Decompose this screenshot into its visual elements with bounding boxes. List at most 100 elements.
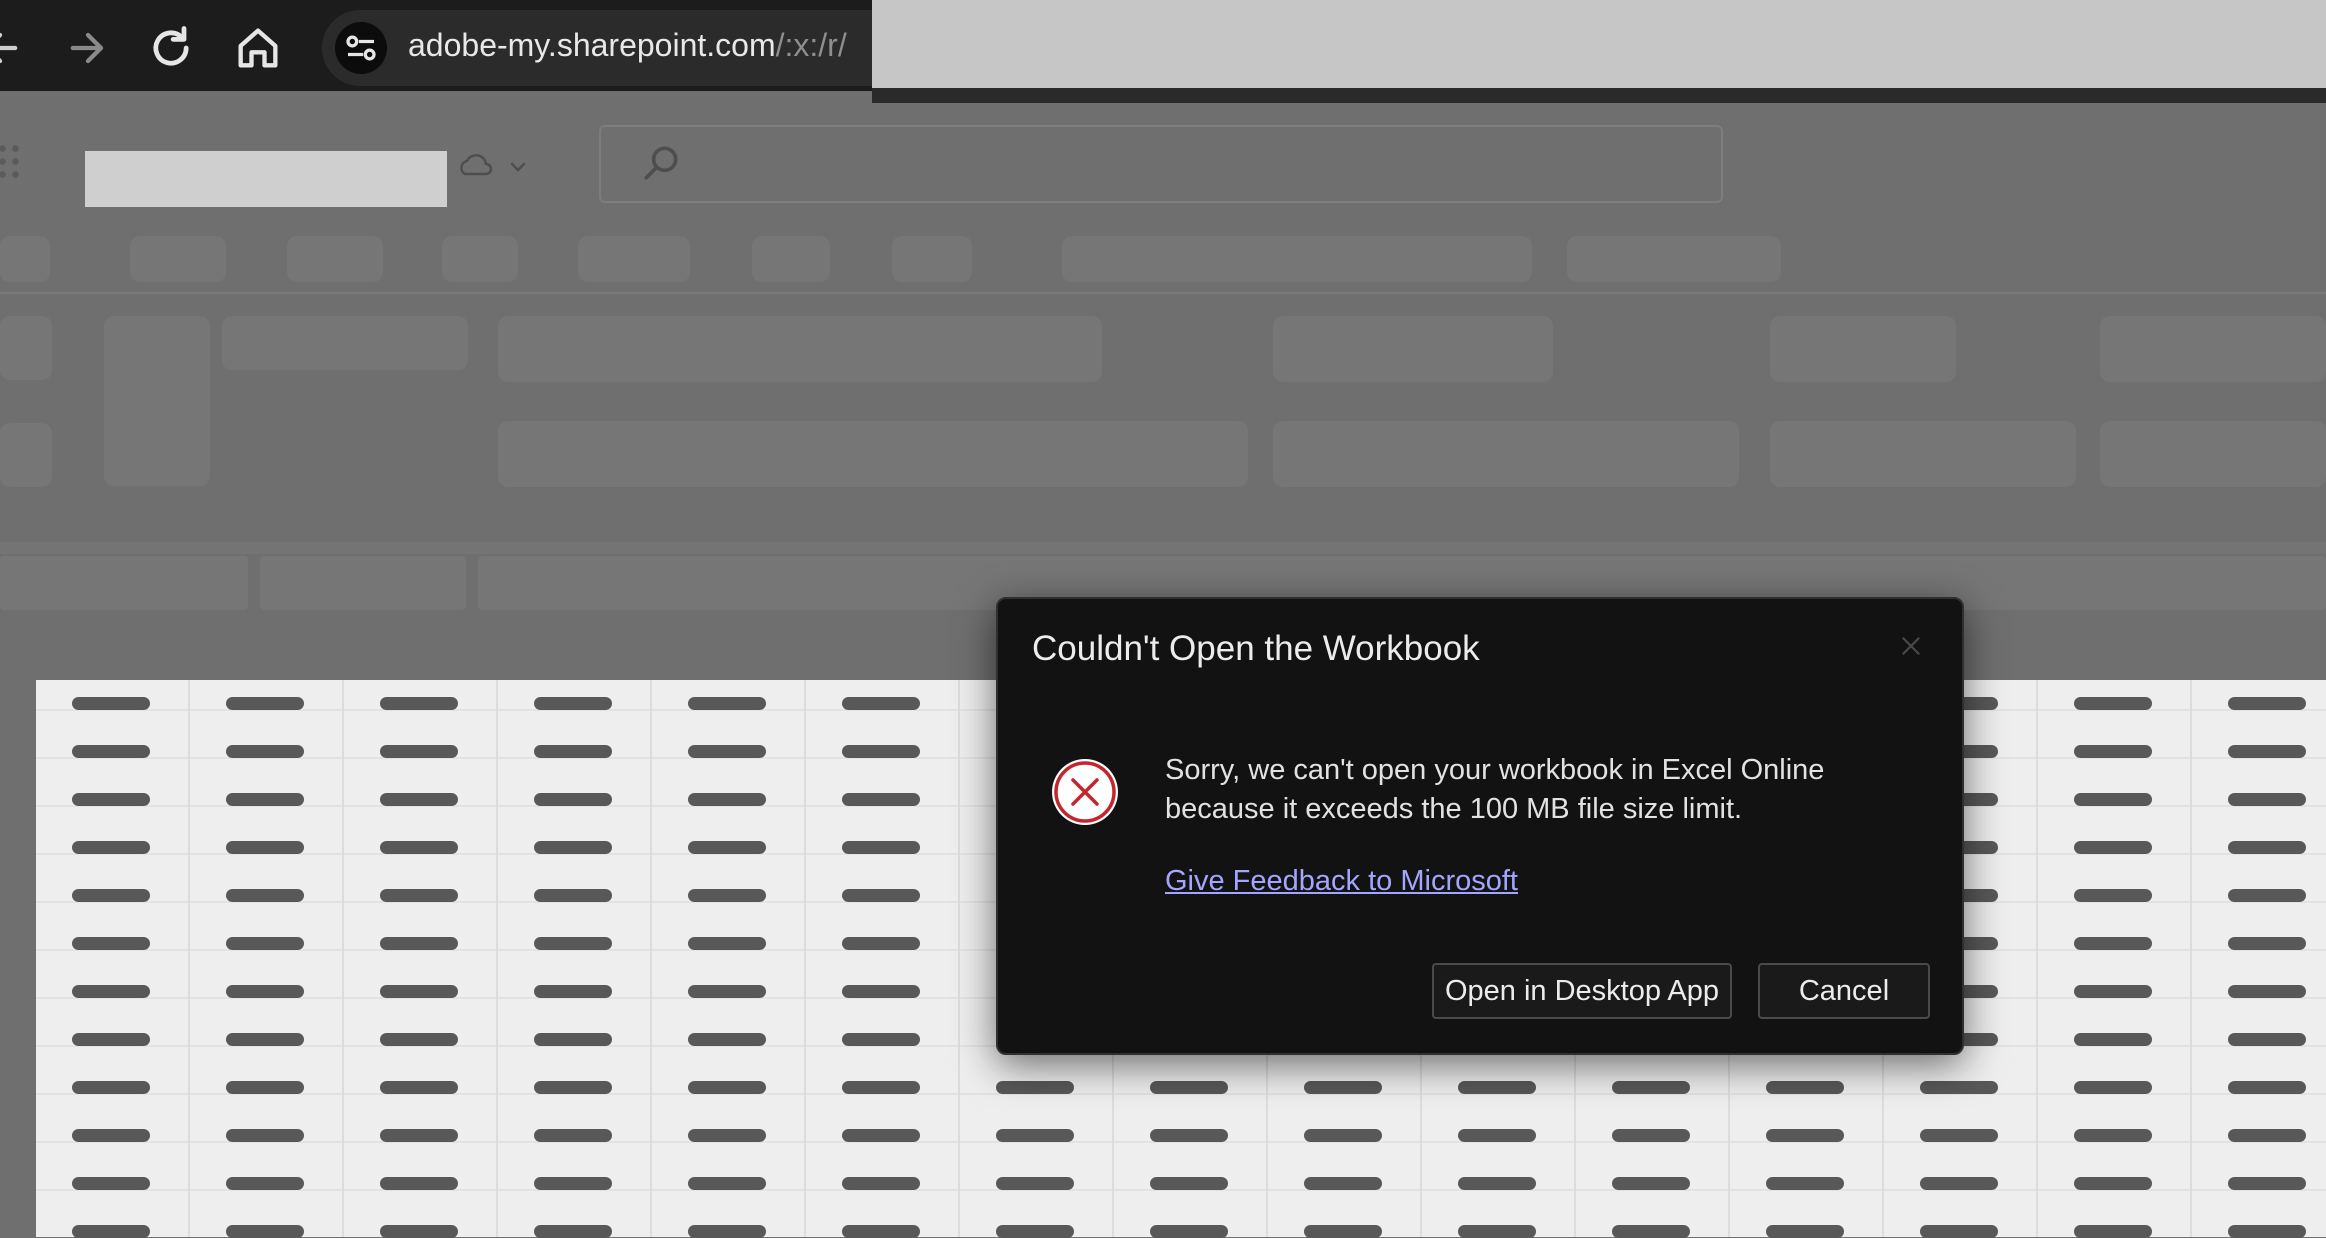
cell-value-placeholder: [688, 697, 766, 710]
cell-value-placeholder: [2074, 745, 2152, 758]
cell-value-placeholder: [688, 985, 766, 998]
cell-value-placeholder: [534, 697, 612, 710]
cell-value-placeholder: [226, 841, 304, 854]
forward-icon[interactable]: [62, 22, 114, 74]
cell-value-placeholder: [380, 745, 458, 758]
cell-value-placeholder: [1304, 1177, 1382, 1190]
ribbon-command[interactable]: [1770, 421, 2076, 487]
close-icon[interactable]: [1898, 633, 1924, 659]
cell-value-placeholder: [380, 889, 458, 902]
cell-value-placeholder: [2228, 985, 2306, 998]
reload-icon[interactable]: [145, 22, 197, 74]
cell-value-placeholder: [996, 1177, 1074, 1190]
cell-value-placeholder: [226, 793, 304, 806]
error-message: Sorry, we can't open your workbook in Ex…: [1165, 754, 1825, 825]
cell-value-placeholder: [842, 697, 920, 710]
cell-value-placeholder: [2074, 1033, 2152, 1046]
ribbon-command[interactable]: [1770, 316, 1956, 382]
cell-value-placeholder: [688, 793, 766, 806]
cell-value-placeholder: [534, 1081, 612, 1094]
cell-value-placeholder: [72, 1033, 150, 1046]
cell-value-placeholder: [688, 1225, 766, 1238]
ribbon-tab[interactable]: [1062, 236, 1532, 282]
cell-value-placeholder: [842, 889, 920, 902]
ribbon-tab[interactable]: [892, 236, 972, 282]
ribbon-command[interactable]: [2100, 316, 2326, 382]
cell-value-placeholder: [1612, 1081, 1690, 1094]
ribbon-tab[interactable]: [1567, 236, 1781, 282]
cell-value-placeholder: [226, 745, 304, 758]
ribbon-tab[interactable]: [287, 236, 383, 282]
cell-value-placeholder: [226, 889, 304, 902]
cell-value-placeholder: [1920, 1129, 1998, 1142]
cell-value-placeholder: [380, 1177, 458, 1190]
cell-value-placeholder: [72, 697, 150, 710]
ribbon-command[interactable]: [498, 421, 1248, 487]
app-launcher-icon[interactable]: [0, 142, 22, 182]
cell-value-placeholder: [688, 1081, 766, 1094]
cell-value-placeholder: [534, 937, 612, 950]
search-input[interactable]: [599, 125, 1723, 203]
cell-value-placeholder: [688, 937, 766, 950]
back-icon[interactable]: [0, 22, 26, 74]
ribbon-tab[interactable]: [130, 236, 226, 282]
ribbon-command[interactable]: [222, 316, 468, 370]
cell-value-placeholder: [996, 1081, 1074, 1094]
cell-value-placeholder: [2074, 937, 2152, 950]
cell-value-placeholder: [1458, 1081, 1536, 1094]
ribbon-command[interactable]: [2100, 421, 2326, 487]
cell-value-placeholder: [534, 1129, 612, 1142]
name-box[interactable]: [0, 556, 248, 610]
ribbon-bottom-border: [0, 542, 2326, 554]
cell-value-placeholder: [1150, 1129, 1228, 1142]
cell-value-placeholder: [380, 937, 458, 950]
cell-value-placeholder: [1150, 1225, 1228, 1238]
cell-value-placeholder: [72, 985, 150, 998]
ribbon-command[interactable]: [498, 316, 1102, 382]
ribbon-command[interactable]: [0, 423, 52, 487]
cell-value-placeholder: [996, 1225, 1074, 1238]
open-in-desktop-app-button[interactable]: Open in Desktop App: [1432, 963, 1732, 1019]
cell-value-placeholder: [2228, 745, 2306, 758]
cell-value-placeholder: [226, 985, 304, 998]
ribbon-tab[interactable]: [752, 236, 830, 282]
chevron-down-icon: [510, 162, 526, 172]
cell-value-placeholder: [1612, 1177, 1690, 1190]
cell-value-placeholder: [2074, 889, 2152, 902]
cell-value-placeholder: [534, 793, 612, 806]
cell-value-placeholder: [2228, 1033, 2306, 1046]
cell-value-placeholder: [688, 841, 766, 854]
ribbon-tab[interactable]: [442, 236, 518, 282]
cell-value-placeholder: [1920, 1225, 1998, 1238]
cell-value-placeholder: [72, 793, 150, 806]
cell-value-placeholder: [2074, 793, 2152, 806]
url-text[interactable]: adobe-my.sharepoint.com/:x:/r/: [408, 27, 870, 64]
ribbon-command[interactable]: [1273, 421, 1739, 487]
cell-value-placeholder: [380, 841, 458, 854]
site-info-icon[interactable]: [335, 22, 387, 74]
feedback-link[interactable]: Give Feedback to Microsoft: [1165, 865, 1518, 898]
cell-value-placeholder: [534, 1177, 612, 1190]
ribbon-command[interactable]: [104, 316, 210, 486]
cell-value-placeholder: [688, 1177, 766, 1190]
cell-value-placeholder: [380, 697, 458, 710]
home-icon[interactable]: [232, 22, 284, 74]
cell-value-placeholder: [72, 1225, 150, 1238]
cell-value-placeholder: [842, 1129, 920, 1142]
cell-value-placeholder: [72, 841, 150, 854]
ribbon-tab[interactable]: [0, 236, 50, 282]
formula-controls[interactable]: [260, 556, 466, 610]
cancel-button[interactable]: Cancel: [1758, 963, 1930, 1019]
cell-value-placeholder: [688, 889, 766, 902]
ribbon-command[interactable]: [1273, 316, 1553, 382]
cell-value-placeholder: [72, 1177, 150, 1190]
cell-value-placeholder: [226, 1177, 304, 1190]
cell-value-placeholder: [226, 1081, 304, 1094]
cell-value-placeholder: [1304, 1081, 1382, 1094]
ribbon-command[interactable]: [0, 316, 52, 380]
cell-value-placeholder: [226, 1225, 304, 1238]
cell-value-placeholder: [534, 985, 612, 998]
ribbon-tab[interactable]: [578, 236, 690, 282]
cloud-icon[interactable]: [455, 150, 539, 184]
cell-value-placeholder: [688, 1129, 766, 1142]
